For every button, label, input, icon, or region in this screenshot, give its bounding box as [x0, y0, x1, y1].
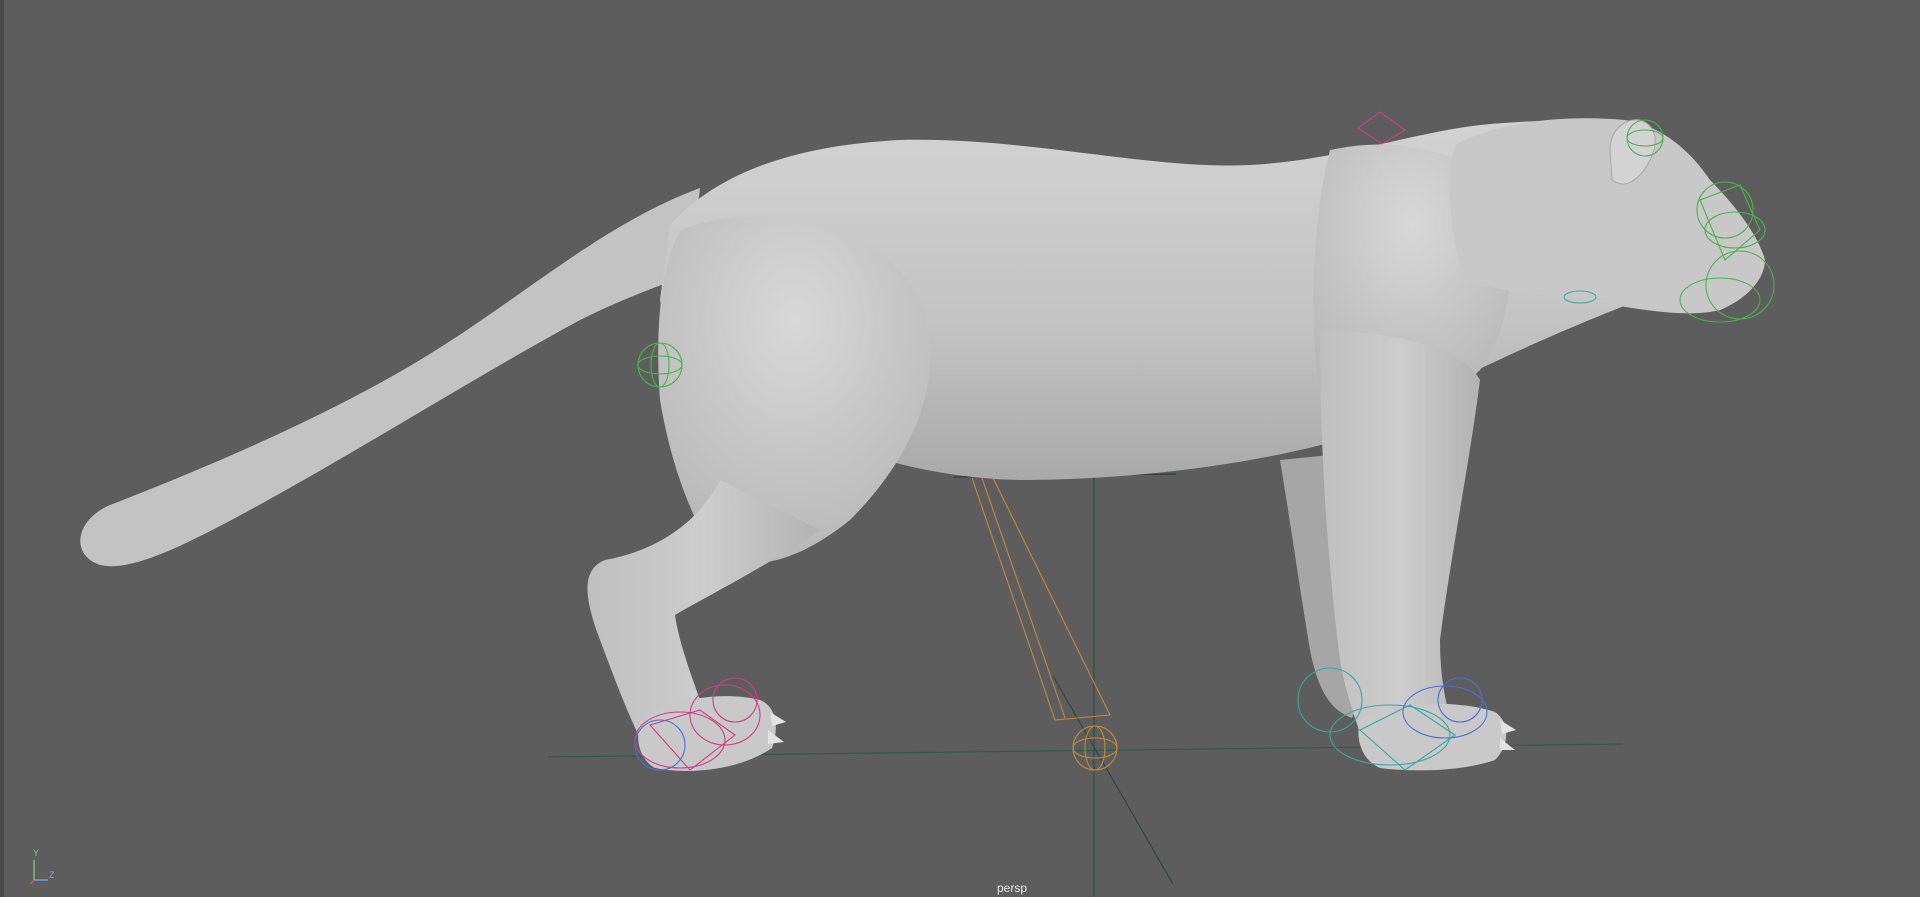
camera-name-label: persp	[996, 881, 1028, 895]
neck-control[interactable]	[1357, 111, 1406, 145]
maya-viewport[interactable]: Y Z persp	[0, 0, 1920, 897]
axis-y-label: Y	[33, 848, 40, 858]
tail	[80, 188, 700, 567]
scene-canvas[interactable]	[0, 0, 1920, 897]
root-joint-chain	[971, 475, 1118, 771]
axis-z-label: Z	[49, 870, 55, 880]
